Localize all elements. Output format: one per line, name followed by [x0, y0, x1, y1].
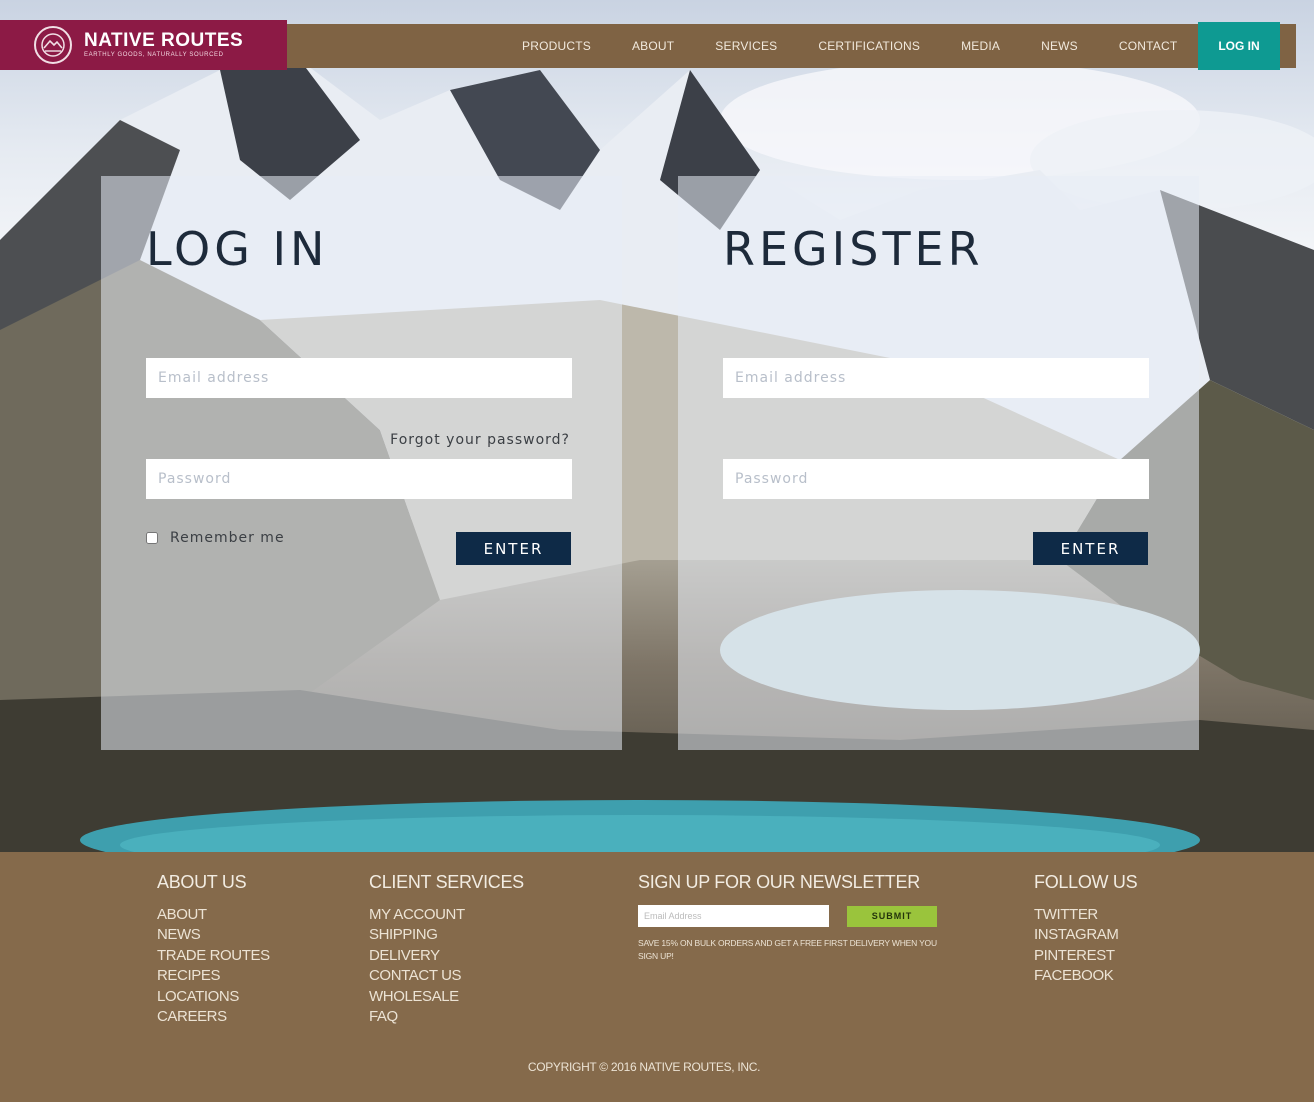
remember-me[interactable]: Remember me [146, 530, 285, 546]
footer-link-locations[interactable]: LOCATIONS [157, 987, 270, 1007]
nav-login-button[interactable]: LOG IN [1198, 22, 1280, 70]
register-title: REGISTER [723, 222, 984, 276]
remember-me-checkbox[interactable] [146, 532, 158, 544]
login-enter-button[interactable]: ENTER [456, 532, 571, 565]
footer-link-delivery[interactable]: DELIVERY [369, 946, 524, 966]
mountain-sun-emblem-icon [34, 26, 72, 64]
footer-link-contact-us[interactable]: CONTACT US [369, 966, 524, 986]
footer-link-my-account[interactable]: MY ACCOUNT [369, 905, 524, 925]
footer-about-column: ABOUT US ABOUT NEWS TRADE ROUTES RECIPES… [157, 872, 270, 1027]
footer-link-wholesale[interactable]: WHOLESALE [369, 987, 524, 1007]
footer-link-instagram[interactable]: INSTAGRAM [1034, 925, 1137, 945]
nav-item-products[interactable]: PRODUCTS [522, 39, 591, 53]
brand-name: NATIVE ROUTES [84, 30, 244, 51]
brand-logo[interactable]: NATIVE ROUTES EARTHLY GOODS, NATURALLY S… [0, 20, 287, 70]
footer-link-trade-routes[interactable]: TRADE ROUTES [157, 946, 270, 966]
newsletter-note: SAVE 15% ON BULK ORDERS AND GET A FREE F… [638, 938, 937, 961]
footer-follow-heading: FOLLOW US [1034, 872, 1138, 892]
footer-link-about[interactable]: ABOUT [157, 905, 270, 925]
nav-item-about[interactable]: ABOUT [632, 39, 674, 53]
login-email-input[interactable] [146, 358, 572, 398]
login-title: LOG IN [146, 222, 329, 276]
footer-link-shipping[interactable]: SHIPPING [369, 925, 524, 945]
footer-link-twitter[interactable]: TWITTER [1034, 905, 1137, 925]
footer-link-recipes[interactable]: RECIPES [157, 966, 270, 986]
footer-newsletter-column: SIGN UP FOR OUR NEWSLETTER SUBMIT SAVE 1… [638, 872, 938, 963]
nav-item-services[interactable]: SERVICES [715, 39, 777, 53]
nav-item-contact[interactable]: CONTACT [1119, 39, 1178, 53]
main-nav: PRODUCTS ABOUT SERVICES CERTIFICATIONS M… [522, 24, 1218, 68]
register-password-input[interactable] [723, 459, 1149, 499]
footer-link-facebook[interactable]: FACEBOOK [1034, 966, 1137, 986]
footer-link-news[interactable]: NEWS [157, 925, 270, 945]
footer-client-column: CLIENT SERVICES MY ACCOUNT SHIPPING DELI… [369, 872, 524, 1027]
login-password-input[interactable] [146, 459, 572, 499]
nav-item-certifications[interactable]: CERTIFICATIONS [818, 39, 920, 53]
nav-item-media[interactable]: MEDIA [961, 39, 1000, 53]
remember-me-label: Remember me [170, 530, 285, 546]
site-footer: ABOUT US ABOUT NEWS TRADE ROUTES RECIPES… [0, 852, 1314, 1102]
footer-client-heading: CLIENT SERVICES [369, 872, 524, 892]
footer-link-careers[interactable]: CAREERS [157, 1007, 270, 1027]
footer-about-heading: ABOUT US [157, 872, 247, 892]
copyright-text: COPYRIGHT © 2016 NATIVE ROUTES, INC. [527, 1060, 761, 1074]
footer-link-pinterest[interactable]: PINTEREST [1034, 946, 1137, 966]
login-panel: LOG IN Forgot your password? Remember me… [101, 176, 622, 750]
newsletter-email-input[interactable] [638, 905, 829, 927]
footer-follow-column: FOLLOW US TWITTER INSTAGRAM PINTEREST FA… [1034, 872, 1138, 987]
brand-tagline: EARTHLY GOODS, NATURALLY SOURCED [84, 52, 224, 58]
forgot-password-link[interactable]: Forgot your password? [390, 432, 570, 448]
footer-link-faq[interactable]: FAQ [369, 1007, 524, 1027]
nav-item-news[interactable]: NEWS [1041, 39, 1078, 53]
newsletter-submit-button[interactable]: SUBMIT [847, 905, 937, 927]
register-enter-button[interactable]: ENTER [1033, 532, 1148, 565]
newsletter-heading: SIGN UP FOR OUR NEWSLETTER [638, 872, 920, 892]
register-panel: REGISTER ENTER [678, 176, 1199, 750]
register-email-input[interactable] [723, 358, 1149, 398]
